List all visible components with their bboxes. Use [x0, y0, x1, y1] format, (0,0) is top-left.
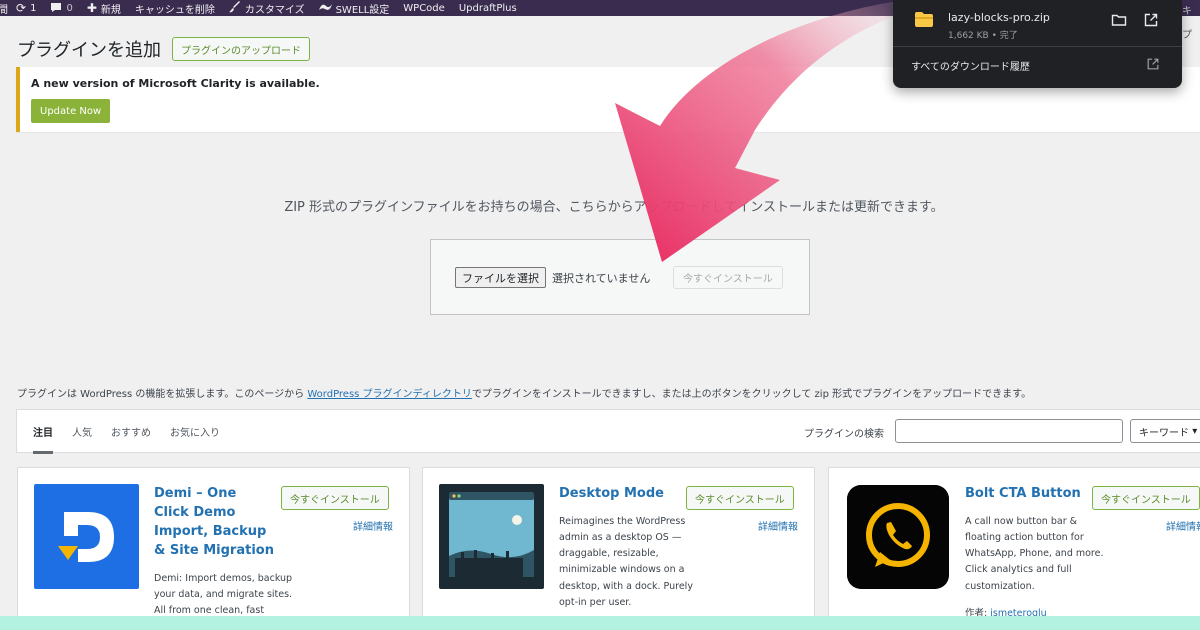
install-now-button[interactable]: 今すぐインストール — [281, 486, 389, 510]
plugin-title[interactable]: Demi – One Click Demo Import, Backup & S… — [154, 485, 274, 560]
upload-description: ZIP 形式のプラグインファイルをお持ちの場合、こちらからアップロードしてインス… — [284, 200, 944, 215]
refresh-icon: ⟳ — [16, 1, 27, 15]
file-status: 選択されていません — [552, 272, 651, 285]
customize-label: カスタマイズ — [244, 4, 305, 16]
plugin-card-demi: Demi – One Click Demo Import, Backup & S… — [17, 467, 410, 630]
desktop-mode-icon[interactable] — [439, 484, 544, 589]
demi-logo-icon[interactable] — [34, 484, 139, 589]
more-details-link[interactable]: 詳細情報 — [1166, 518, 1200, 533]
search-type-select[interactable]: キーワード ▾ — [1130, 419, 1200, 443]
chevron-down-icon: ▾ — [1192, 425, 1198, 437]
tab-favorites[interactable]: お気に入り — [170, 410, 220, 452]
all-downloads-link[interactable]: すべてのダウンロード履歴 — [911, 58, 1030, 73]
filter-tabs: 注目 人気 おすすめ お気に入り — [33, 410, 239, 454]
bottom-decorative-strip — [0, 616, 1200, 630]
plugin-title[interactable]: Desktop Mode — [559, 485, 679, 504]
update-now-button[interactable]: Update Now — [31, 99, 111, 123]
plugin-search-input[interactable] — [895, 419, 1123, 443]
notice-text: A new version of Microsoft Clarity is av… — [31, 77, 320, 90]
adminbar-customize[interactable]: カスタマイズ — [228, 1, 305, 16]
adminbar-clear-cache[interactable]: キャッシュを削除 — [135, 1, 215, 16]
intro-before: プラグインは WordPress の機能を拡張します。このページから — [17, 389, 308, 400]
adminbar-swell[interactable]: SWELL設定 — [318, 1, 390, 16]
plugin-description: A call now button bar & floating action … — [965, 516, 1104, 592]
updates-count: 1 — [30, 2, 37, 14]
plugin-directory-link[interactable]: WordPress プラグインディレクトリ — [307, 389, 472, 400]
download-popup: lazy-blocks-pro.zip 1,662 KB • 完了 すべてのダウ… — [893, 0, 1182, 88]
plugin-filter-bar: 注目 人気 おすすめ お気に入り プラグインの検索 キーワード ▾ — [16, 409, 1200, 454]
adminbar-right-partial: キ — [1182, 6, 1192, 17]
more-details-link[interactable]: 詳細情報 — [758, 518, 798, 533]
brush-icon — [228, 1, 241, 15]
intro-after: でプラグインをインストールできますし、または上のボタンをクリックして zip 形… — [471, 389, 1032, 400]
open-file-icon[interactable] — [1143, 12, 1159, 28]
install-now-button[interactable]: 今すぐインストール — [1092, 486, 1200, 510]
plugin-description: Demi: Import demos, backup your data, an… — [154, 573, 293, 617]
search-label: プラグインの検索 — [804, 429, 884, 440]
install-now-button[interactable]: 今すぐインストール — [673, 266, 783, 289]
plugin-title[interactable]: Bolt CTA Button — [965, 485, 1085, 504]
upload-form: ファイルを選択 選択されていません 今すぐインストール — [430, 239, 810, 315]
plugin-description: Reimagines the WordPress admin as a desk… — [559, 516, 693, 608]
adminbar-wpcode[interactable]: WPCode — [403, 3, 445, 14]
choose-file-button[interactable]: ファイルを選択 — [455, 267, 546, 288]
tab-recommended[interactable]: おすすめ — [111, 410, 151, 452]
swell-label: SWELL設定 — [335, 4, 390, 16]
tab-featured[interactable]: 注目 — [33, 410, 53, 454]
download-meta: 1,662 KB • 完了 — [948, 31, 1018, 41]
page-title: プラグインを追加 — [17, 40, 161, 61]
search-type-value: キーワード — [1139, 427, 1189, 439]
comment-icon — [50, 2, 62, 15]
show-in-folder-icon[interactable] — [1111, 12, 1127, 28]
adminbar-updraftplus[interactable]: UpdraftPlus — [459, 3, 517, 14]
plugin-card-bolt-cta: Bolt CTA Button 今すぐインストール 詳細情報 A call no… — [828, 467, 1200, 630]
comments-count: 0 — [66, 2, 73, 14]
divider — [893, 46, 1182, 47]
adminbar-item-partial[interactable]: 間 — [0, 1, 8, 16]
adminbar-comments[interactable]: 0 — [50, 2, 73, 15]
download-filename[interactable]: lazy-blocks-pro.zip — [948, 11, 1050, 24]
swell-wave-icon — [318, 2, 332, 14]
tab-popular[interactable]: 人気 — [72, 410, 92, 452]
upload-plugin-button[interactable]: プラグインのアップロード — [172, 37, 310, 61]
plugin-intro-text: プラグインは WordPress の機能を拡張します。このページから WordP… — [17, 385, 1031, 400]
plus-icon: ✚ — [86, 1, 97, 15]
zip-folder-icon — [915, 12, 933, 27]
adminbar-new[interactable]: ✚ 新規 — [87, 1, 121, 16]
adminbar-updates[interactable]: ⟳ 1 — [16, 2, 36, 14]
more-details-link[interactable]: 詳細情報 — [353, 518, 393, 533]
external-link-icon[interactable] — [1146, 57, 1160, 71]
header-right-partial: プ — [1182, 30, 1192, 41]
new-label: 新規 — [100, 4, 121, 16]
plugin-card-desktop-mode: Desktop Mode 今すぐインストール 詳細情報 Reimagines t… — [422, 467, 815, 630]
install-now-button[interactable]: 今すぐインストール — [686, 486, 794, 510]
whatsapp-bolt-icon[interactable] — [847, 485, 949, 589]
